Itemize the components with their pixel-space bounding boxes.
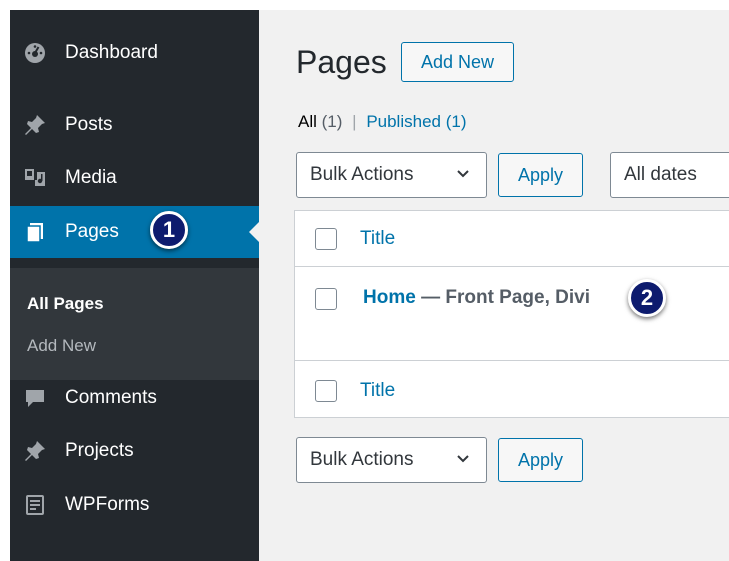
dashboard-icon [22, 40, 48, 66]
sidebar-item-dashboard[interactable]: Dashboard [10, 27, 259, 79]
admin-sidebar: Dashboard Posts Media Pages All Pages Ad… [10, 10, 259, 561]
sidebar-item-wpforms[interactable]: WPForms [10, 479, 259, 531]
filter-all-count: (1) [321, 112, 343, 131]
sidebar-item-label: Comments [65, 387, 157, 408]
form-icon [22, 492, 48, 518]
sidebar-item-posts[interactable]: Posts [10, 99, 259, 151]
callout-badge-1: 1 [150, 211, 188, 249]
apply-button-top[interactable]: Apply [498, 153, 583, 197]
title-column-footer[interactable]: Title [360, 380, 395, 402]
page-title: Pages [296, 44, 387, 80]
dates-filter-value: All dates [624, 164, 697, 185]
comment-icon [22, 385, 48, 411]
bulk-actions-value: Bulk Actions [310, 449, 414, 470]
submenu-item-all-pages[interactable]: All Pages [27, 294, 104, 314]
filter-separator: | [352, 112, 357, 131]
pin-icon [22, 438, 48, 464]
chevron-down-icon [454, 164, 472, 188]
filter-published[interactable]: Published [366, 112, 441, 131]
sidebar-item-label: Dashboard [65, 42, 158, 63]
chevron-down-icon [454, 449, 472, 473]
table-footer-row: Title [295, 361, 729, 417]
sidebar-item-label: WPForms [65, 494, 150, 515]
title-column-header[interactable]: Title [360, 228, 395, 250]
filter-published-count: (1) [445, 112, 467, 131]
sidebar-item-projects[interactable]: Projects [10, 425, 259, 477]
page-state-label: — Front Page, Divi [421, 287, 590, 308]
filter-all[interactable]: All [298, 112, 317, 131]
sidebar-item-label: Projects [65, 440, 134, 461]
submenu-item-add-new[interactable]: Add New [27, 336, 96, 356]
bulk-actions-select-top[interactable]: Bulk Actions [296, 152, 487, 198]
pages-icon [22, 219, 48, 245]
select-all-checkbox-footer[interactable] [315, 380, 337, 402]
bulk-actions-select-bottom[interactable]: Bulk Actions [296, 437, 487, 483]
sidebar-item-label: Media [65, 167, 117, 188]
table-header-row: Title [295, 211, 729, 267]
pin-icon [22, 112, 48, 138]
apply-button-bottom[interactable]: Apply [498, 438, 583, 482]
table-row: Home — Front Page, Divi [295, 267, 729, 361]
status-filters: All (1) | Published (1) [298, 112, 467, 132]
pages-table: Title Home — Front Page, Divi Title [294, 210, 729, 418]
active-indicator-arrow [249, 222, 259, 242]
select-all-checkbox[interactable] [315, 228, 337, 250]
media-icon [22, 165, 48, 191]
page-title-link[interactable]: Home [363, 287, 416, 308]
pages-submenu: All Pages Add New [10, 268, 259, 380]
sidebar-item-comments[interactable]: Comments [10, 372, 259, 424]
bulk-actions-value: Bulk Actions [310, 164, 414, 185]
row-title: Home — Front Page, Divi [363, 287, 590, 309]
sidebar-item-label: Posts [65, 114, 113, 135]
sidebar-item-pages[interactable]: Pages [10, 206, 259, 258]
sidebar-item-label: Pages [65, 221, 119, 242]
callout-badge-2: 2 [628, 279, 666, 317]
dates-filter-select[interactable]: All dates [610, 152, 729, 198]
add-new-button[interactable]: Add New [401, 42, 514, 82]
sidebar-item-media[interactable]: Media [10, 152, 259, 204]
row-checkbox[interactable] [315, 288, 337, 310]
